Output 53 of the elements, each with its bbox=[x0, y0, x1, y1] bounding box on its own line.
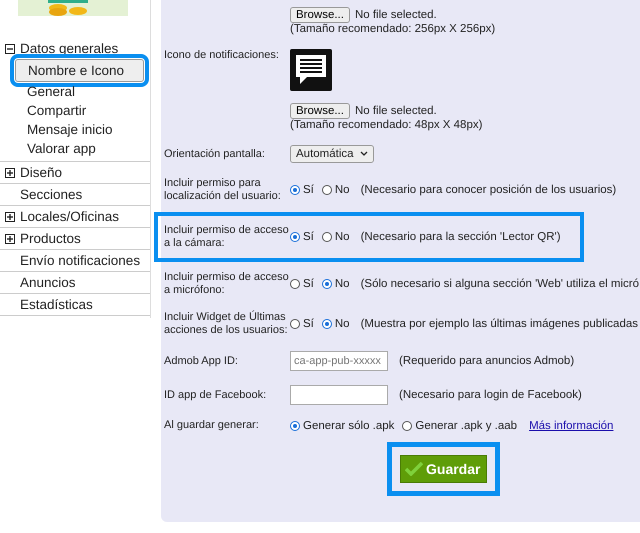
radio-option[interactable]: No bbox=[322, 278, 350, 290]
sidebar-subitem[interactable]: General bbox=[20, 82, 82, 101]
radio-option[interactable]: Generar .apk y .aab bbox=[402, 420, 518, 432]
field-note: (Necesario para la sección 'Lector QR') bbox=[360, 231, 561, 243]
field-note: (Requerido para anuncios Admob) bbox=[399, 355, 574, 367]
input-field[interactable]: ca-app-pub-xxxxx bbox=[290, 351, 388, 371]
browse-button[interactable]: Browse... bbox=[290, 7, 350, 23]
sidebar-subitem[interactable]: Mensaje inicio bbox=[20, 120, 120, 139]
caret-icon bbox=[360, 151, 368, 157]
field-label: Admob App ID: bbox=[164, 354, 238, 366]
field-label: Icono de notificaciones: bbox=[164, 49, 279, 61]
sidebar-item[interactable]: Estadísticas bbox=[5, 297, 93, 312]
field-note: (Necesario para login de Facebook) bbox=[399, 389, 582, 401]
sidebar-subitem[interactable]: Valorar app bbox=[20, 139, 103, 158]
sidebar-item[interactable]: Envío notificaciones bbox=[5, 253, 140, 268]
sidebar-item[interactable]: Productos bbox=[20, 231, 81, 246]
sidebar-item[interactable]: Locales/Oficinas bbox=[20, 209, 120, 224]
field-label: Incluir permiso de acceso a micrófono: bbox=[164, 271, 289, 296]
radio-option[interactable]: Sí bbox=[290, 184, 314, 196]
field-label: Orientación pantalla: bbox=[164, 148, 265, 160]
radio-option[interactable]: Sí bbox=[290, 231, 314, 243]
file-status: No file selected. bbox=[354, 9, 437, 21]
toggle-icon[interactable] bbox=[5, 44, 15, 54]
field-label: Al guardar generar: bbox=[164, 419, 259, 431]
sidebar-item[interactable]: Diseño bbox=[20, 165, 62, 180]
size-hint: (Tamaño recomendado: 256px X 256px) bbox=[290, 23, 496, 35]
field-note: (Muestra por ejemplo las últimas imágenes publicadas bbox=[360, 318, 638, 330]
size-hint: (Tamaño recomendado: 48px X 48px) bbox=[290, 119, 484, 131]
field-label: Incluir permiso para localización del usuario: bbox=[164, 177, 281, 202]
toggle-icon[interactable] bbox=[5, 212, 15, 222]
input-field[interactable] bbox=[290, 385, 388, 405]
radio-option[interactable]: No bbox=[322, 318, 350, 330]
radio-option[interactable]: Sí bbox=[290, 278, 314, 290]
field-note: (Sólo necesario si alguna sección 'Web' utiliza el micró bbox=[360, 278, 639, 290]
field-label: Incluir permiso de acceso a la cámara: bbox=[164, 224, 289, 249]
file-status: No file selected. bbox=[354, 105, 437, 117]
radio-option[interactable]: No bbox=[322, 231, 350, 243]
orientation-select[interactable]: Automática bbox=[290, 145, 374, 163]
field-note: (Necesario para conocer posición de los usuarios) bbox=[360, 184, 616, 196]
radio-option[interactable]: No bbox=[322, 184, 350, 196]
sidebar-item[interactable]: Datos generales bbox=[20, 41, 118, 56]
more-info-link[interactable]: Más información bbox=[529, 420, 614, 432]
field-label: ID app de Facebook: bbox=[164, 388, 266, 400]
radio-option[interactable]: Generar sólo .apk bbox=[290, 420, 394, 432]
toggle-icon[interactable] bbox=[5, 234, 15, 244]
toggle-icon[interactable] bbox=[5, 168, 15, 178]
radio-option[interactable]: Sí bbox=[290, 318, 314, 330]
browse-button[interactable]: Browse... bbox=[290, 103, 350, 119]
check-icon bbox=[405, 462, 423, 476]
field-label: Incluir Widget de Últimas acciones de los usuarios: bbox=[164, 311, 288, 336]
sidebar-subitem[interactable]: Compartir bbox=[20, 101, 94, 120]
sidebar-item[interactable]: Secciones bbox=[5, 187, 82, 202]
sidebar-item[interactable]: Anuncios bbox=[5, 275, 76, 290]
